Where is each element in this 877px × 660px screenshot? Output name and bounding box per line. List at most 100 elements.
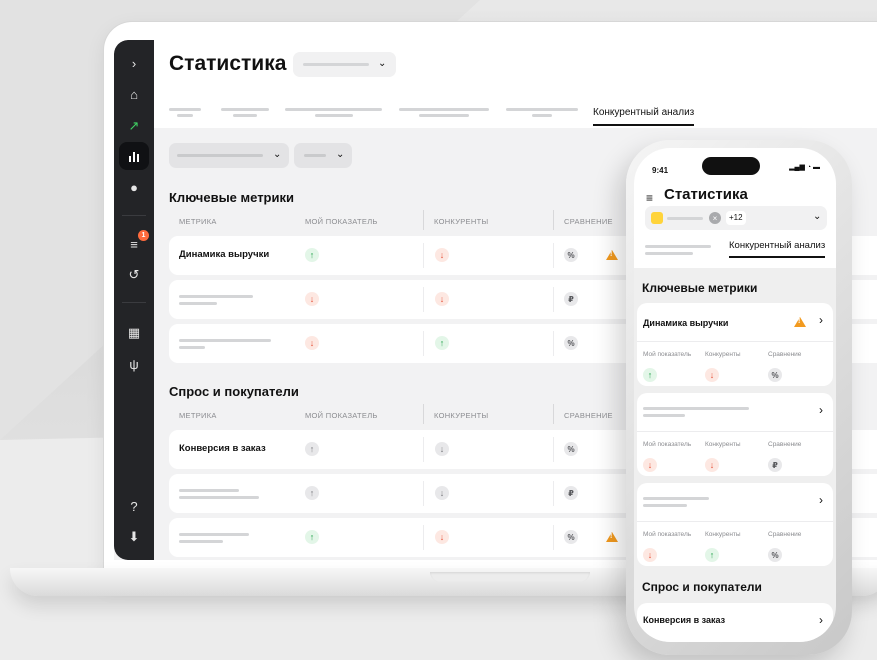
clear-icon[interactable]: × [709, 212, 721, 224]
metric-card[interactable]: Конверсия в заказ › [637, 603, 833, 642]
column-label: Мой показатель [643, 531, 692, 538]
metric-label: Конверсия в заказ [179, 443, 266, 454]
header: Статистика ⌄ Конкурентный анализ [154, 40, 877, 128]
chevron-down-icon: ⌄ [273, 149, 282, 160]
arrow-down-icon: ↓ [705, 368, 719, 382]
arrow-down-icon: ↓ [305, 336, 319, 350]
arrow-up-icon: ↑ [305, 248, 319, 262]
laptop-notch [430, 572, 590, 582]
filter-select[interactable]: ⌄ [294, 143, 352, 168]
chevron-right-icon: › [819, 493, 823, 507]
arrow-up-icon: ↑ [305, 530, 319, 544]
metric-label: Динамика выручки [179, 249, 270, 260]
notification-badge: 1 [138, 230, 149, 241]
column-header: МОЙ ПОКАЗАТЕЛЬ [305, 217, 378, 226]
section-title: Ключевые метрики [169, 190, 294, 205]
arrow-down-icon: ↓ [305, 292, 319, 306]
phone-section-title: Спрос и покупатели [642, 580, 762, 594]
column-header: СРАВНЕНИЕ [564, 411, 613, 420]
phone-frame: 9:41 ▂▄▆ ◔ ▬ ≡ Статистика × +12 ⌄ Конкур… [626, 140, 852, 655]
sidebar: › ⌂ ↗ ● ≡ 1 ↺ ▦ ψ ? ⬇ [114, 40, 154, 560]
help-icon[interactable]: ? [119, 492, 149, 520]
ruble-icon: ₽ [564, 486, 578, 500]
percent-icon: % [564, 336, 578, 350]
column-label: Конкуренты [705, 441, 741, 448]
tab-competitor-analysis[interactable]: Конкурентный анализ [593, 107, 695, 126]
ruble-icon: ₽ [564, 292, 578, 306]
page-title: Статистика [169, 52, 287, 75]
column-label: Мой показатель [643, 351, 692, 358]
trend-up-icon[interactable]: ↗ [119, 112, 149, 140]
percent-icon: % [768, 368, 782, 382]
metric-card[interactable]: › Мой показатель Конкуренты Сравнение ↓ … [637, 483, 833, 566]
phone-tab-competitor-analysis[interactable]: Конкурентный анализ [729, 240, 826, 258]
column-header: СРАВНЕНИЕ [564, 217, 613, 226]
history-icon[interactable]: ↺ [119, 261, 149, 289]
column-header: КОНКУРЕНТЫ [434, 217, 489, 226]
column-label: Конкуренты [705, 351, 741, 358]
home-icon[interactable]: ⌂ [119, 80, 149, 108]
warning-icon: ! [794, 317, 806, 327]
column-header: МЕТРИКА [179, 411, 217, 420]
filter-select[interactable]: ⌄ [169, 143, 289, 168]
percent-icon: % [564, 248, 578, 262]
chevron-down-icon: ⌄ [336, 149, 345, 160]
percent-icon: % [564, 530, 578, 544]
stack-icon[interactable]: ≡ 1 [119, 230, 149, 258]
arrow-up-icon: ↑ [305, 442, 319, 456]
arrow-down-icon: ↓ [435, 530, 449, 544]
row-divider [423, 243, 424, 268]
sidebar-divider [122, 302, 146, 303]
arrow-down-icon: ↓ [705, 458, 719, 472]
bar-chart-icon[interactable] [119, 142, 149, 170]
phone-section-title: Ключевые метрики [642, 281, 758, 295]
menu-icon[interactable]: ≡ [646, 191, 653, 205]
phone-screen: 9:41 ▂▄▆ ◔ ▬ ≡ Статистика × +12 ⌄ Конкур… [634, 148, 836, 642]
chevron-down-icon: ⌄ [378, 58, 387, 69]
chevron-down-icon: ⌄ [813, 211, 822, 222]
arrow-down-icon: ↓ [435, 248, 449, 262]
column-label: Конкуренты [705, 531, 741, 538]
more-stores-badge[interactable]: +12 [726, 211, 746, 225]
placeholder-bar [303, 63, 369, 66]
expand-chevron-icon[interactable]: › [119, 49, 149, 77]
store-select[interactable]: × +12 ⌄ [645, 206, 827, 230]
column-label: Сравнение [768, 351, 802, 358]
column-header: МОЙ ПОКАЗАТЕЛЬ [305, 411, 378, 420]
arrow-up-icon: ↑ [705, 548, 719, 562]
metric-card[interactable]: Динамика выручки ! › Мой показатель Конк… [637, 303, 833, 386]
arrow-up-icon: ↑ [435, 336, 449, 350]
chat-icon[interactable]: ● [119, 173, 149, 201]
percent-icon: % [564, 442, 578, 456]
column-header: КОНКУРЕНТЫ [434, 411, 489, 420]
arrow-down-icon: ↓ [435, 292, 449, 306]
store-icon[interactable]: ▦ [119, 319, 149, 347]
column-label: Сравнение [768, 531, 802, 538]
ruble-icon: ₽ [768, 458, 782, 472]
period-select[interactable]: ⌄ [293, 52, 396, 77]
download-icon[interactable]: ⬇ [119, 523, 149, 551]
phone-page-title: Статистика [664, 186, 748, 203]
sidebar-divider [122, 215, 146, 216]
arrow-up-icon: ↑ [643, 368, 657, 382]
section-title: Спрос и покупатели [169, 384, 299, 399]
fork-knife-icon[interactable]: ψ [119, 350, 149, 378]
warning-icon: ! [606, 250, 618, 260]
column-label: Мой показатель [643, 441, 692, 448]
column-divider [553, 210, 554, 230]
column-label: Сравнение [768, 441, 802, 448]
arrow-down-icon: ↓ [643, 548, 657, 562]
metric-card-title: Конверсия в заказ [643, 615, 726, 625]
status-time: 9:41 [652, 166, 669, 175]
metric-card-title: Динамика выручки [643, 318, 729, 328]
arrow-up-icon: ↑ [305, 486, 319, 500]
chevron-right-icon: › [819, 613, 823, 627]
metric-card[interactable]: › Мой показатель Конкуренты Сравнение ↓ … [637, 393, 833, 476]
column-header: МЕТРИКА [179, 217, 217, 226]
status-icons: ▂▄▆ ◔ ▬ [789, 164, 820, 171]
warning-icon: ! [606, 532, 618, 542]
card-divider [637, 341, 833, 342]
dynamic-island [702, 157, 760, 175]
store-logo-icon [651, 212, 663, 224]
arrow-down-icon: ↓ [435, 486, 449, 500]
